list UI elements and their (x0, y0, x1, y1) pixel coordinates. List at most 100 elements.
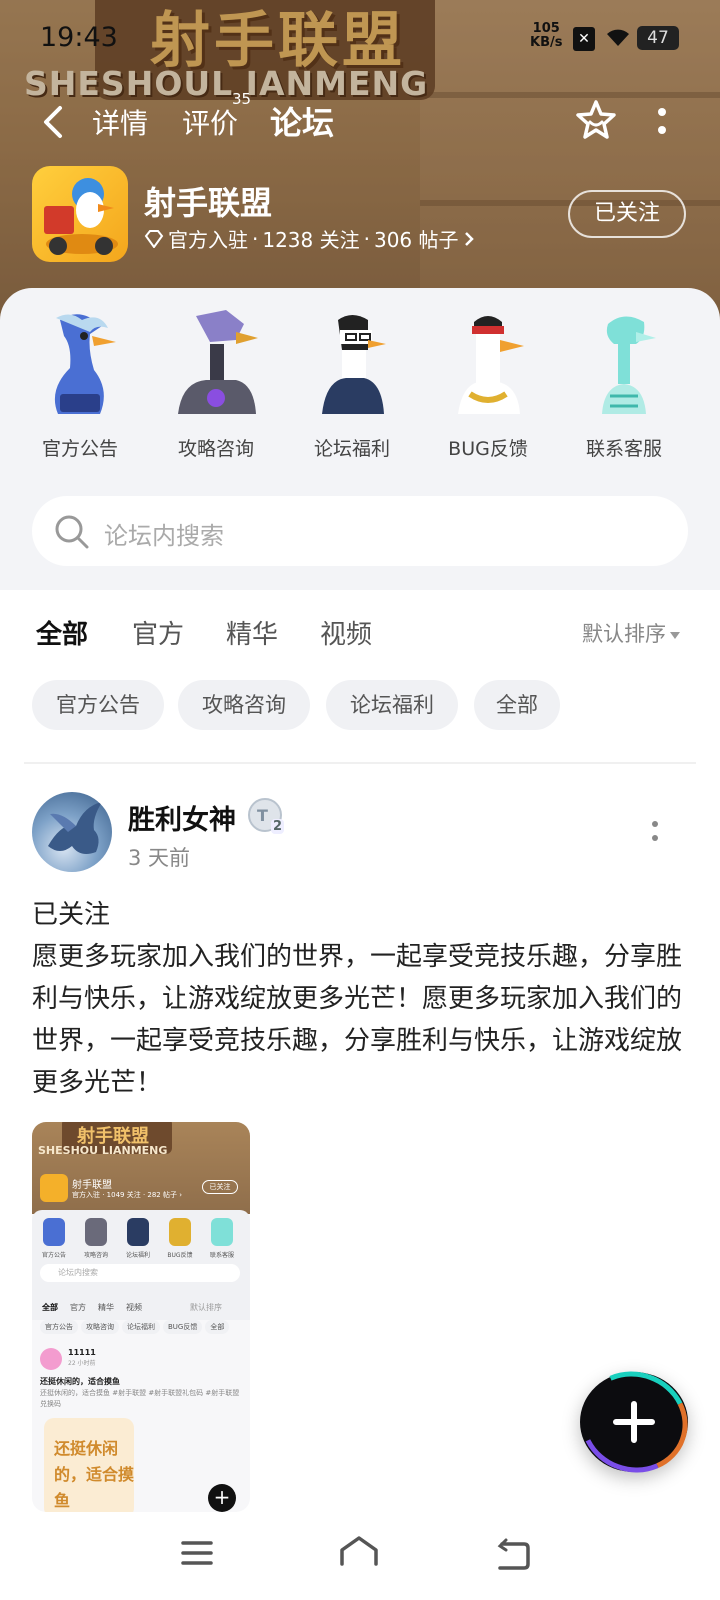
post-body: 已关注 愿更多玩家加入我们的世界，一起享受竞技乐趣，分享胜利与快乐，让游戏绽放更… (32, 894, 692, 1104)
thumb-follow: 已关注 (202, 1180, 238, 1194)
chip-strategy-consult[interactable]: 攻略咨询 (178, 680, 310, 730)
thumb-category-label: 论坛福利 (125, 1252, 150, 1259)
status-bar: 19:43 105 KB/s ✕ 47 (0, 0, 720, 70)
duck-scooter-icon (44, 178, 118, 255)
home-icon[interactable] (338, 1534, 380, 1570)
thumb-avatar (40, 1348, 62, 1370)
post-count[interactable]: 306 帖子 (374, 224, 459, 253)
filter-tab-video[interactable]: 视频 (320, 614, 372, 651)
thumb-tab: 官方 (70, 1303, 86, 1312)
search-placeholder: 论坛内搜索 (104, 522, 224, 550)
thumb-chip: 全部 (205, 1320, 230, 1334)
sort-label: 默认排序 (582, 622, 666, 646)
thumb-card-text: 还挺休闲的，适合摸鱼 (54, 1439, 135, 1510)
divider (24, 762, 696, 764)
thumb-game-meta: 官方入驻 · 1049 关注 · 282 帖子 › (72, 1191, 183, 1199)
status-time: 19:43 (40, 22, 118, 53)
review-count-badge: 35 (232, 90, 252, 108)
meta-separator: · (363, 226, 370, 251)
thumb-chip: 官方公告 (40, 1320, 78, 1334)
tab-forum[interactable]: 论坛 (270, 98, 338, 144)
post-time: 3 天前 (128, 846, 191, 870)
thumb-chip: 攻略咨询 (81, 1320, 119, 1334)
tab-forum-label: 论坛 (270, 104, 338, 144)
system-nav-bar (0, 1512, 720, 1600)
robot-goose-icon (178, 310, 258, 414)
filter-tab-featured[interactable]: 精华 (226, 614, 278, 651)
thumb-tab: 视频 (126, 1303, 142, 1312)
thumb-username: 11111 (68, 1348, 96, 1357)
category-label: BUG反馈 (448, 438, 528, 460)
chip-all[interactable]: 全部 (474, 680, 560, 730)
post-image[interactable]: 射手联盟 SHESHOU LIANMENG 射手联盟 官方入驻 · 1049 关… (32, 1122, 250, 1512)
dragon-avatar-icon (48, 802, 102, 854)
post-content: 愿更多玩家加入我们的世界，一起享受竞技乐趣，分享胜利与快乐，让游戏绽放更多光芒！… (32, 942, 683, 1098)
thumb-category: BUG反馈 (160, 1218, 200, 1259)
chip-forum-welfare[interactable]: 论坛福利 (326, 680, 458, 730)
thumb-chip: BUG反馈 (163, 1320, 203, 1334)
sort-dropdown[interactable]: 默认排序 (582, 618, 680, 648)
thumb-category: 攻略咨询 (76, 1218, 116, 1259)
thumb-post-content: 还挺休闲的，适合摸鱼 #射手联盟 #射手联盟礼包码 #射手联盟兑换码 (40, 1389, 240, 1408)
diamond-icon (144, 229, 164, 248)
back-arrow-icon[interactable] (38, 104, 68, 140)
chevron-right-icon (464, 231, 474, 246)
thumb-category: 论坛福利 (118, 1218, 158, 1259)
thumb-category-label: BUG反馈 (167, 1252, 193, 1259)
filter-tab-official[interactable]: 官方 (132, 614, 184, 651)
thumb-game-name: 射手联盟 (72, 1180, 112, 1191)
thumb-post-title: 还挺休闲的，适合摸鱼 (40, 1377, 120, 1386)
blue-goose-icon (54, 314, 116, 414)
thumb-chip: 论坛福利 (122, 1320, 160, 1334)
filter-tab-all[interactable]: 全部 (36, 614, 89, 654)
menu-icon[interactable] (180, 1538, 214, 1568)
category-bug-feedback[interactable]: BUG反馈 (428, 310, 548, 461)
category-strategy-consult[interactable]: 攻略咨询 (156, 310, 276, 461)
post-status: 已关注 (32, 900, 111, 930)
category-contact-support[interactable]: 联系客服 (564, 310, 684, 461)
tab-details[interactable]: 详情 (92, 102, 148, 142)
game-meta: 官方入驻 · 1238 关注 · 306 帖子 (144, 224, 475, 253)
category-label: 联系客服 (585, 438, 662, 460)
level-badge: T 2 (248, 798, 284, 834)
game-icon[interactable] (32, 166, 128, 262)
create-post-button[interactable] (566, 1356, 702, 1488)
suit-goose-icon (322, 315, 386, 414)
follow-button[interactable]: 已关注 (568, 190, 686, 238)
thumb-user-time: 22 小时前 (68, 1360, 96, 1367)
bandana-goose-icon (458, 316, 524, 414)
tab-reviews-label: 评价 (182, 107, 239, 140)
battery-icon: 47 (637, 26, 679, 50)
network-speed-unit: KB/s (530, 35, 563, 50)
network-speed: 105 KB/s (530, 22, 562, 50)
forum-search-bar[interactable]: 论坛内搜索 (32, 496, 688, 566)
official-label: 官方入驻 (168, 228, 248, 252)
filter-tabs: 全部 官方 精华 视频 默认排序 (0, 590, 720, 660)
network-speed-value: 105 (532, 21, 560, 36)
back-icon[interactable] (494, 1538, 532, 1572)
thumb-user: 11111 22 小时前 (40, 1348, 96, 1370)
thumb-search: 论坛内搜索 (40, 1264, 240, 1282)
thumb-category-label: 攻略咨询 (83, 1252, 108, 1259)
thumb-sign-en: SHESHOU LIANMENG (38, 1144, 168, 1157)
post-more-icon[interactable] (650, 816, 660, 846)
tab-forum-text: 论坛 (270, 104, 335, 142)
chip-official-announcement[interactable]: 官方公告 (32, 680, 164, 730)
caret-down-icon (670, 631, 680, 639)
category-panel: 官方公告 攻略咨询 论坛福利 BUG反馈 联系客服 论坛内搜索 (0, 288, 720, 590)
post-author[interactable]: 胜利女神 (128, 798, 236, 837)
game-info: 射手联盟 官方入驻 · 1238 关注 · 306 帖子 已关注 (32, 166, 720, 266)
favorite-star-icon[interactable] (574, 98, 618, 142)
tab-reviews[interactable]: 评价 35 (182, 90, 251, 142)
avatar[interactable] (32, 792, 112, 872)
filter-tab-all-label: 全部 (36, 620, 89, 654)
category-official-announcement[interactable]: 官方公告 (20, 310, 140, 461)
no-sim-icon: ✕ (573, 27, 595, 51)
thumb-sort: 默认排序 (190, 1303, 222, 1312)
thumb-game-icon (40, 1174, 68, 1202)
thumb-tab: 精华 (98, 1303, 114, 1312)
follow-count: 1238 关注 (262, 228, 360, 252)
more-vertical-icon[interactable] (656, 102, 668, 142)
plus-icon (613, 1401, 655, 1443)
category-forum-welfare[interactable]: 论坛福利 (292, 310, 412, 461)
